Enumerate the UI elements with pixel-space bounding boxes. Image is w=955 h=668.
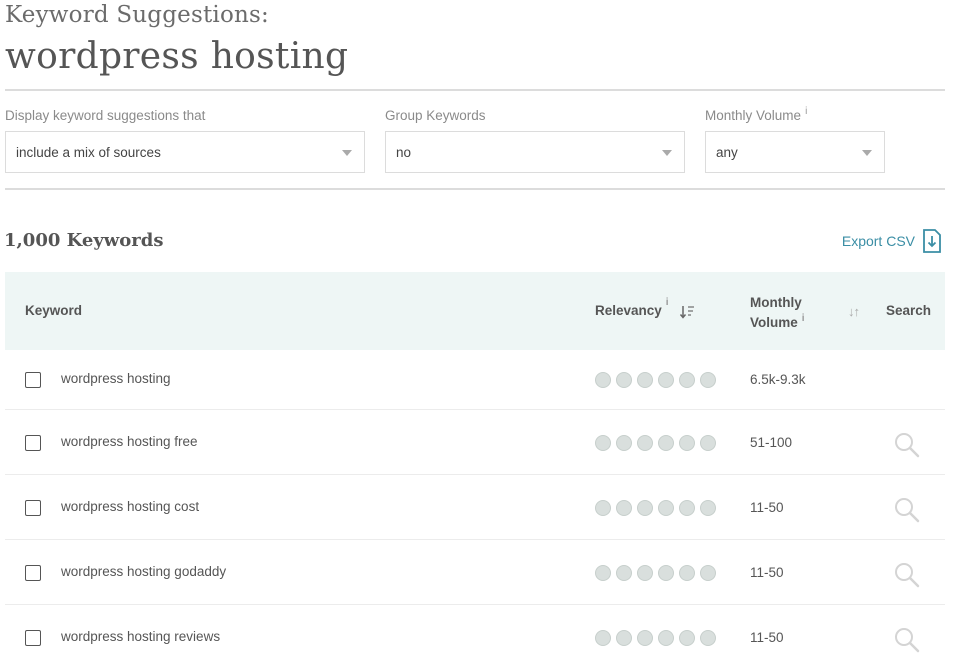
- relevancy-dot: [700, 630, 716, 646]
- magnifier-icon[interactable]: [894, 627, 920, 653]
- row-checkbox[interactable]: [25, 500, 41, 516]
- monthly-volume-value: 11-50: [750, 500, 784, 515]
- relevancy-dot: [658, 372, 674, 388]
- chevron-down-icon: [862, 150, 872, 156]
- info-icon[interactable]: i: [666, 297, 669, 308]
- keyword-text: wordpress hosting godaddy: [61, 564, 227, 579]
- monthly-volume-value: 51-100: [750, 435, 793, 450]
- table-row: wordpress hosting free 51-100: [5, 410, 945, 475]
- magnifier-icon[interactable]: [894, 432, 920, 458]
- relevancy-dot: [637, 500, 653, 516]
- keyword-text: wordpress hosting: [61, 371, 171, 386]
- relevancy-dots: [595, 500, 716, 516]
- relevancy-dots: [595, 630, 716, 646]
- column-relevancy-label: Relevancy: [595, 303, 662, 318]
- chevron-down-icon: [342, 150, 352, 156]
- relevancy-dot: [700, 435, 716, 451]
- relevancy-dot: [616, 435, 632, 451]
- column-monthly-volume[interactable]: Monthly Volume i: [750, 293, 805, 335]
- seed-keyword: wordpress hosting: [5, 36, 349, 77]
- relevancy-dot: [595, 435, 611, 451]
- column-volume-line2: Volume: [750, 315, 798, 330]
- magnifier-icon[interactable]: [894, 562, 920, 588]
- monthly-volume-value: 11-50: [750, 565, 784, 580]
- table-body: wordpress hosting 6.5k-9.3k wordpress host…: [5, 350, 945, 668]
- monthly-volume-value: 6.5k-9.3k: [750, 372, 806, 387]
- relevancy-dot: [679, 500, 695, 516]
- group-select-value: no: [396, 144, 412, 160]
- relevancy-dots: [595, 435, 716, 451]
- relevancy-dot: [595, 372, 611, 388]
- relevancy-dot: [679, 630, 695, 646]
- relevancy-dot: [700, 500, 716, 516]
- relevancy-dot: [595, 630, 611, 646]
- relevancy-dot: [616, 500, 632, 516]
- display-filter-label: Display keyword suggestions that: [5, 108, 206, 123]
- relevancy-dot: [658, 435, 674, 451]
- sort-descending-icon[interactable]: [679, 304, 695, 323]
- table-row: wordpress hosting 6.5k-9.3k: [5, 350, 945, 410]
- monthly-volume-value: 11-50: [750, 630, 784, 645]
- row-checkbox[interactable]: [25, 372, 41, 388]
- relevancy-dot: [700, 372, 716, 388]
- relevancy-dot: [637, 435, 653, 451]
- chevron-down-icon: [662, 150, 672, 156]
- table-row: wordpress hosting cost 11-50: [5, 475, 945, 540]
- volume-select-value: any: [716, 144, 738, 160]
- export-csv-button[interactable]: Export CSV: [842, 229, 941, 253]
- info-icon[interactable]: i: [805, 106, 807, 117]
- column-relevancy[interactable]: Relevancy i: [595, 297, 695, 323]
- relevancy-dot: [595, 565, 611, 581]
- relevancy-dot: [595, 500, 611, 516]
- relevancy-dot: [679, 372, 695, 388]
- magnifier-icon[interactable]: [894, 497, 920, 523]
- relevancy-dot: [658, 630, 674, 646]
- relevancy-dot: [658, 565, 674, 581]
- row-checkbox[interactable]: [25, 565, 41, 581]
- keyword-text: wordpress hosting free: [61, 434, 198, 449]
- relevancy-dot: [637, 565, 653, 581]
- keyword-text: wordpress hosting cost: [61, 499, 200, 514]
- relevancy-dot: [679, 435, 695, 451]
- table-header: Keyword Relevancy i Monthly Volume i ↓↑ S…: [5, 272, 945, 350]
- relevancy-dot: [658, 500, 674, 516]
- divider-top: [5, 89, 945, 91]
- row-checkbox[interactable]: [25, 630, 41, 646]
- relevancy-dot: [700, 565, 716, 581]
- page-title: Keyword Suggestions:: [5, 2, 269, 28]
- keywords-table: Keyword Relevancy i Monthly Volume i ↓↑ S…: [5, 272, 945, 668]
- table-row: wordpress hosting godaddy 11-50: [5, 540, 945, 605]
- export-csv-label: Export CSV: [841, 233, 915, 249]
- sort-volume-icon[interactable]: ↓↑: [848, 304, 860, 319]
- column-keyword: Keyword: [25, 303, 83, 318]
- keyword-count: 1,000 Keywords: [4, 230, 164, 251]
- row-checkbox[interactable]: [25, 435, 41, 451]
- group-select[interactable]: no: [385, 131, 685, 173]
- relevancy-dot: [637, 372, 653, 388]
- relevancy-dot: [679, 565, 695, 581]
- column-volume-line1: Monthly: [750, 295, 802, 310]
- table-row: wordpress hosting reviews 11-50: [5, 605, 945, 668]
- relevancy-dots: [595, 565, 716, 581]
- column-search: Search: [886, 303, 932, 318]
- relevancy-dot: [616, 565, 632, 581]
- relevancy-dot: [637, 630, 653, 646]
- volume-filter-label: Monthly Volume i: [705, 106, 808, 123]
- download-file-icon: [923, 229, 941, 253]
- divider-mid: [5, 188, 945, 190]
- group-filter-label: Group Keywords: [385, 108, 486, 123]
- relevancy-dots: [595, 372, 716, 388]
- display-select-value: include a mix of sources: [16, 144, 161, 160]
- relevancy-dot: [616, 372, 632, 388]
- relevancy-dot: [616, 630, 632, 646]
- display-select[interactable]: include a mix of sources: [5, 131, 365, 173]
- info-icon[interactable]: i: [802, 313, 805, 324]
- volume-select[interactable]: any: [705, 131, 885, 173]
- keyword-text: wordpress hosting reviews: [61, 629, 221, 644]
